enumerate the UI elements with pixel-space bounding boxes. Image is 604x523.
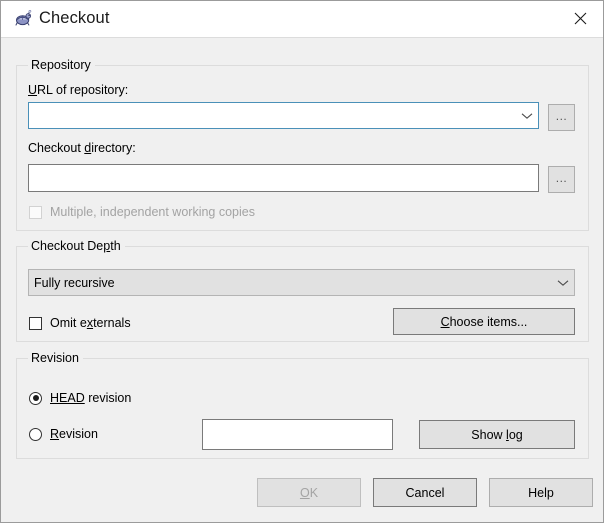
revision-group-label: Revision (28, 351, 83, 365)
checkout-depth-combobox[interactable]: Fully recursive (28, 269, 575, 296)
checkout-dialog: Checkout Repository URL of repository: .… (0, 0, 604, 523)
omit-externals-label: Omit externals (50, 316, 131, 330)
head-revision-label: HEAD revision (50, 391, 132, 405)
title-bar: Checkout (1, 1, 603, 38)
checkbox-box[interactable] (29, 316, 42, 330)
revision-radio[interactable]: Revision (29, 427, 98, 441)
omit-externals-checkbox[interactable]: Omit externals (29, 316, 131, 330)
repository-group-label: Repository (28, 58, 95, 72)
chevron-down-icon[interactable] (552, 279, 574, 287)
url-browse-button[interactable]: ... (548, 104, 575, 131)
ok-button[interactable]: OK (257, 478, 361, 507)
choose-items-label: Choose items... (440, 314, 528, 329)
choose-items-button[interactable]: Choose items... (393, 308, 575, 335)
ok-label: OK (299, 485, 319, 500)
checkout-depth-value: Fully recursive (34, 275, 115, 290)
help-button[interactable]: Help (489, 478, 593, 507)
cancel-button[interactable]: Cancel (373, 478, 477, 507)
window-title: Checkout (39, 9, 110, 27)
revision-radio-label: Revision (50, 427, 98, 441)
help-label: Help (528, 485, 554, 500)
directory-browse-button[interactable]: ... (548, 166, 575, 193)
chevron-down-icon[interactable] (516, 112, 538, 120)
checkout-directory-label: Checkout directory: (28, 141, 136, 155)
radio-mark[interactable] (29, 391, 42, 405)
checkbox-box (29, 205, 42, 219)
cancel-label: Cancel (405, 485, 445, 500)
multiple-working-copies-checkbox: Multiple, independent working copies (29, 205, 255, 219)
url-combobox[interactable] (28, 102, 539, 129)
tortoise-icon (14, 9, 32, 28)
show-log-label: Show log (471, 427, 523, 442)
multiple-working-copies-label: Multiple, independent working copies (50, 205, 255, 219)
show-log-button[interactable]: Show log (419, 420, 575, 449)
url-of-repository-label: URL of repository: (28, 83, 129, 97)
head-revision-radio[interactable]: HEAD revision (29, 391, 131, 405)
checkout-directory-input[interactable] (28, 164, 539, 192)
revision-number-input[interactable] (202, 419, 393, 450)
radio-mark[interactable] (29, 427, 42, 441)
checkout-depth-group-label: Checkout Depth (28, 239, 125, 253)
close-icon[interactable] (557, 1, 603, 36)
